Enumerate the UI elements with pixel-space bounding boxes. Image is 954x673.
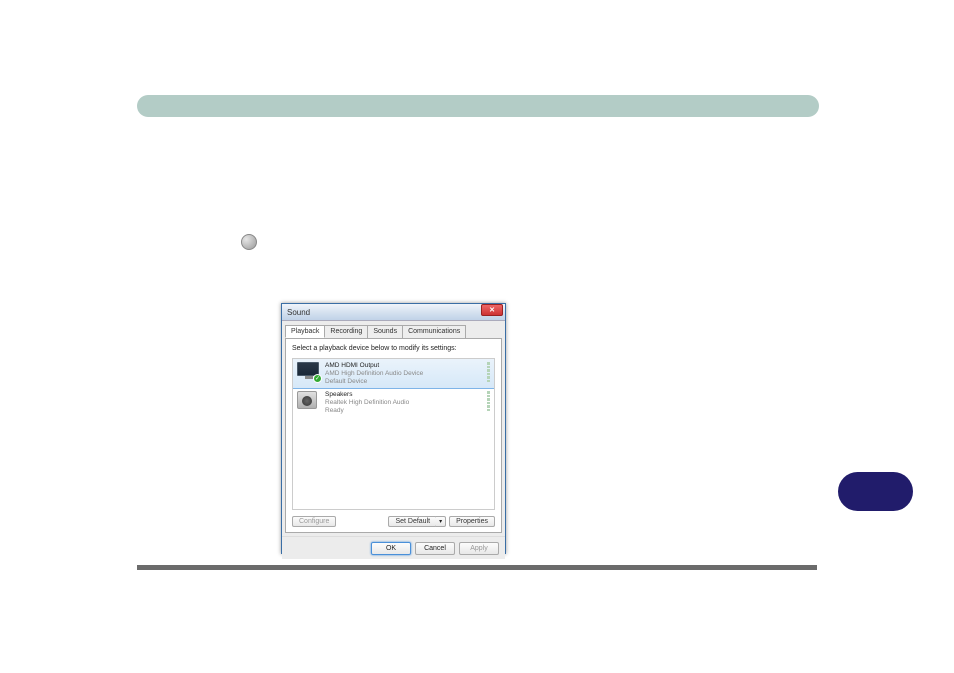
device-info: Speakers Realtek High Definition Audio R… xyxy=(325,391,481,414)
configure-button[interactable]: Configure xyxy=(292,516,336,527)
tab-sounds[interactable]: Sounds xyxy=(367,325,403,338)
chevron-down-icon: ▾ xyxy=(439,519,442,525)
tabstrip: Playback Recording Sounds Communications xyxy=(282,321,505,338)
device-info: AMD HDMI Output AMD High Definition Audi… xyxy=(325,362,481,385)
level-meter xyxy=(487,362,490,382)
tab-playback[interactable]: Playback xyxy=(285,325,325,338)
cancel-button[interactable]: Cancel xyxy=(415,542,455,555)
device-status: Default Device xyxy=(325,378,481,386)
dialog-title: Sound xyxy=(287,308,310,317)
device-item-speakers[interactable]: Speakers Realtek High Definition Audio R… xyxy=(293,388,494,417)
divider-bar xyxy=(137,565,817,570)
sound-dialog: Sound ✕ Playback Recording Sounds Commun… xyxy=(281,303,506,554)
monitor-icon: ✓ xyxy=(297,362,321,382)
tab-content: Select a playback device below to modify… xyxy=(285,338,502,533)
dialog-footer: OK Cancel Apply xyxy=(282,536,505,559)
ok-button[interactable]: OK xyxy=(371,542,411,555)
default-check-icon: ✓ xyxy=(313,374,322,383)
device-description: AMD High Definition Audio Device xyxy=(325,370,481,378)
device-description: Realtek High Definition Audio xyxy=(325,399,481,407)
device-name: Speakers xyxy=(325,391,481,399)
floating-button[interactable] xyxy=(838,472,913,511)
close-button[interactable]: ✕ xyxy=(481,304,503,316)
tab-recording[interactable]: Recording xyxy=(324,325,368,338)
set-default-button[interactable]: Set Default xyxy=(388,516,437,527)
volume-tray-icon xyxy=(241,234,257,250)
header-bar xyxy=(137,95,819,117)
tab-communications[interactable]: Communications xyxy=(402,325,466,338)
content-button-row: Configure Set Default ▾ Properties xyxy=(292,516,495,527)
instruction-text: Select a playback device below to modify… xyxy=(292,345,495,352)
device-list: ✓ AMD HDMI Output AMD High Definition Au… xyxy=(292,358,495,510)
device-item-hdmi[interactable]: ✓ AMD HDMI Output AMD High Definition Au… xyxy=(292,358,495,389)
level-meter xyxy=(487,391,490,411)
close-icon: ✕ xyxy=(489,306,495,314)
device-name: AMD HDMI Output xyxy=(325,362,481,370)
titlebar[interactable]: Sound ✕ xyxy=(282,304,505,321)
speaker-icon xyxy=(297,391,321,411)
device-status: Ready xyxy=(325,407,481,415)
apply-button[interactable]: Apply xyxy=(459,542,499,555)
properties-button[interactable]: Properties xyxy=(449,516,495,527)
set-default-dropdown[interactable]: ▾ xyxy=(436,516,446,527)
